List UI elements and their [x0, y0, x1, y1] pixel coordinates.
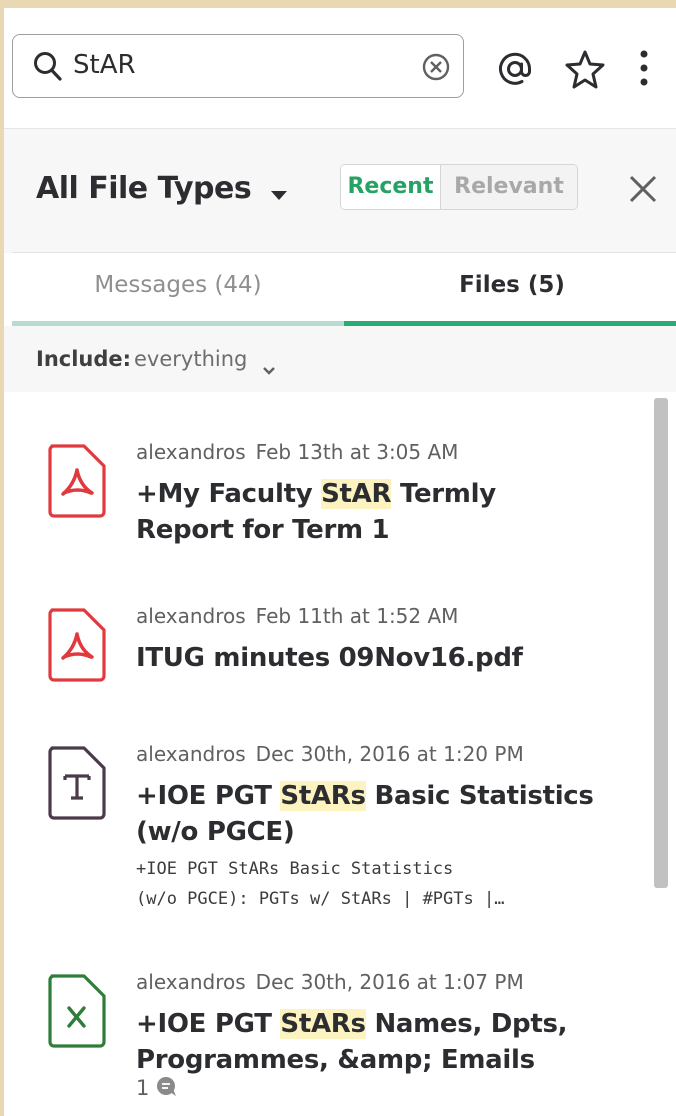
search-highlight: StARs — [280, 781, 366, 811]
sort-recent-button[interactable]: Recent — [341, 165, 441, 209]
search-box[interactable] — [12, 34, 464, 98]
title-text: Programmes, &amp; Emails — [136, 1045, 535, 1075]
spreadsheet-icon — [46, 972, 108, 1054]
author-name[interactable]: alexandros — [136, 440, 246, 464]
results-tabs: Messages (44) Files (5) — [12, 252, 676, 327]
comment-count[interactable]: 1 — [136, 1076, 178, 1100]
search-toolbar — [4, 8, 676, 128]
file-preview: +IOE PGT StARs Basic Statistics (w/o PGC… — [136, 854, 626, 914]
text-file-icon — [46, 744, 108, 826]
file-date: Feb 11th at 1:52 AM — [255, 604, 459, 628]
search-highlight: StAR — [321, 479, 392, 509]
search-highlight: StARs — [280, 1009, 366, 1039]
file-meta: alexandros Dec 30th, 2016 at 1:07 PM — [136, 970, 524, 994]
more-options-icon[interactable] — [636, 48, 652, 92]
file-title[interactable]: +IOE PGT StARs Basic Statistics (w/o PGC… — [136, 778, 636, 850]
pdf-icon — [46, 442, 108, 524]
sort-relevant-button[interactable]: Relevant — [441, 165, 577, 209]
sort-toggle: Recent Relevant — [340, 164, 578, 210]
title-text: Report for Term 1 — [136, 515, 390, 545]
file-results-list: alexandros Feb 13th at 3:05 AM +My Facult… — [12, 392, 676, 1116]
tab-messages[interactable]: Messages (44) — [12, 253, 344, 327]
file-date: Dec 30th, 2016 at 1:07 PM — [255, 970, 524, 994]
chevron-down-icon[interactable] — [262, 357, 276, 381]
file-result-item[interactable]: alexandros Dec 30th, 2016 at 1:07 PM +IOE… — [12, 922, 652, 1116]
author-name[interactable]: alexandros — [136, 970, 246, 994]
file-date: Feb 13th at 3:05 AM — [255, 440, 459, 464]
file-result-item[interactable]: alexandros Feb 11th at 1:52 AM ITUG minut… — [12, 556, 652, 696]
search-input[interactable] — [73, 47, 403, 83]
title-text: Basic Statistics — [365, 781, 594, 811]
search-icon — [33, 51, 63, 87]
author-name[interactable]: alexandros — [136, 604, 246, 628]
comment-count-value: 1 — [136, 1076, 150, 1100]
title-text: +IOE PGT — [136, 1009, 281, 1039]
mentions-icon[interactable] — [496, 50, 534, 92]
results-scrollbar[interactable] — [654, 398, 668, 888]
file-title[interactable]: +IOE PGT StARs Names, Dpts, Programmes, … — [136, 1006, 636, 1078]
author-name[interactable]: alexandros — [136, 742, 246, 766]
file-result-item[interactable]: alexandros Feb 13th at 3:05 AM +My Facult… — [12, 392, 652, 552]
file-meta: alexandros Feb 11th at 1:52 AM — [136, 604, 458, 628]
include-label: Include: — [36, 347, 132, 371]
file-meta: alexandros Feb 13th at 3:05 AM — [136, 440, 458, 464]
comment-icon — [156, 1076, 178, 1100]
file-date: Dec 30th, 2016 at 1:20 PM — [255, 742, 524, 766]
caret-down-icon[interactable] — [270, 187, 288, 206]
pdf-icon — [46, 606, 108, 688]
file-title[interactable]: ITUG minutes 09Nov16.pdf — [136, 640, 636, 676]
include-filter[interactable]: Include: everything — [4, 326, 676, 392]
clear-search-icon[interactable] — [421, 52, 451, 86]
file-meta: alexandros Dec 30th, 2016 at 1:20 PM — [136, 742, 524, 766]
title-text: +My Faculty — [136, 479, 322, 509]
preview-line: +IOE PGT StARs Basic Statistics — [136, 859, 454, 879]
title-text: (w/o PGCE) — [136, 817, 295, 847]
title-text: Names, Dpts, — [365, 1009, 568, 1039]
files-header: All File Types Recent Relevant — [4, 128, 676, 253]
tab-files[interactable]: Files (5) — [344, 253, 676, 327]
file-result-item[interactable]: alexandros Dec 30th, 2016 at 1:20 PM +IOE… — [12, 694, 652, 934]
search-panel: All File Types Recent Relevant Messages … — [4, 8, 676, 1116]
include-value[interactable]: everything — [134, 347, 247, 371]
file-types-dropdown[interactable]: All File Types — [36, 171, 252, 206]
title-text: +IOE PGT — [136, 781, 281, 811]
preview-line: (w/o PGCE): PGTs w/ StARs | #PGTs |… — [136, 889, 505, 909]
file-title[interactable]: +My Faculty StAR Termly Report for Term … — [136, 476, 636, 548]
close-icon[interactable] — [628, 174, 658, 208]
star-icon[interactable] — [564, 48, 606, 94]
title-text: Termly — [391, 479, 496, 509]
